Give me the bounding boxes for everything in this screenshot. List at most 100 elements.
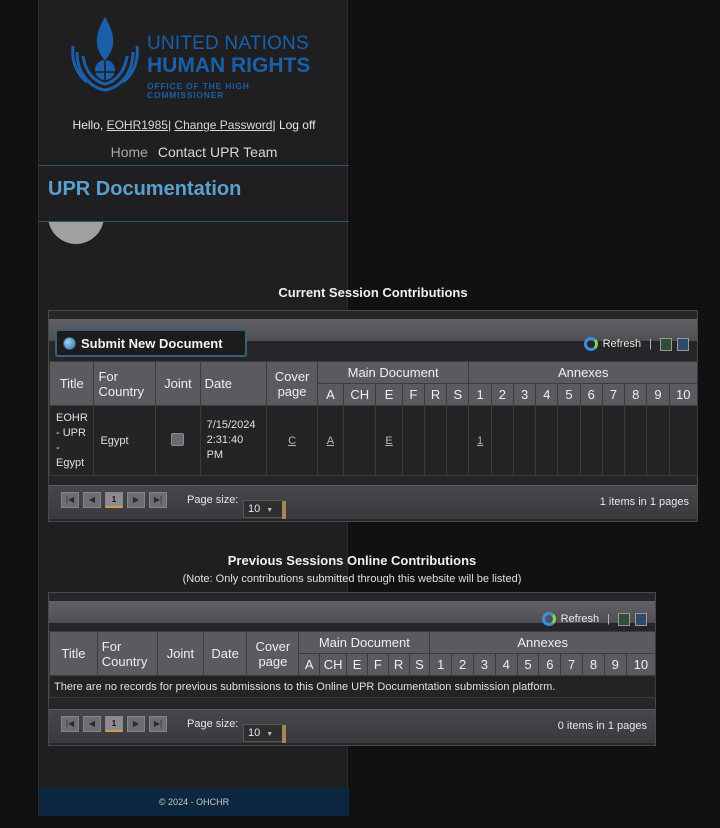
username-link[interactable]: EOHR1985 <box>107 118 168 132</box>
refresh-button[interactable]: Refresh <box>561 613 600 625</box>
col-annex-1: 1 <box>429 653 453 676</box>
brand-line-1: UNITED NATIONS <box>147 33 309 54</box>
first-page-icon[interactable]: |◀ <box>61 716 79 732</box>
refresh-icon[interactable] <box>583 337 598 351</box>
cell-annex-9 <box>646 405 670 476</box>
cell-lang-f <box>401 405 425 476</box>
col-main-document: Main Document <box>316 361 470 384</box>
cell-date: 7/15/2024 2:31:40 PM <box>199 405 268 476</box>
export-word-icon[interactable] <box>677 337 689 351</box>
col-for-country: For Country <box>96 631 159 676</box>
col-annexes: Annexes <box>468 361 698 384</box>
next-page-icon[interactable]: ▶ <box>127 492 145 508</box>
un-emblem-icon <box>71 16 139 92</box>
empty-message: There are no records for previous submis… <box>49 675 656 698</box>
page-size-select[interactable]: 10 ▼ <box>243 724 286 743</box>
cell-annex-3 <box>512 405 537 476</box>
refresh-icon[interactable] <box>541 612 556 626</box>
col-annex-5: 5 <box>557 383 581 406</box>
ohchr-wordmark: UNITED NATIONS HUMAN RIGHTS OFFICE OF TH… <box>147 34 327 99</box>
col-annex-8: 8 <box>582 653 605 676</box>
previous-contributions-grid: Refresh | Title For Country Joint Date Co… <box>48 592 657 746</box>
cell-lang-r <box>423 405 448 476</box>
col-joint: Joint <box>157 631 204 676</box>
page-number-button[interactable]: 1 <box>105 716 123 732</box>
cell-cover: C <box>266 405 318 476</box>
refresh-button[interactable]: Refresh <box>603 338 642 350</box>
cell-annex-10 <box>668 405 699 476</box>
annex-1-link[interactable]: 1 <box>477 435 483 447</box>
pager-info: 1 items in 1 pages <box>599 496 689 508</box>
col-annex-2: 2 <box>451 653 474 676</box>
last-page-icon[interactable]: ▶| <box>149 492 167 508</box>
separator: | <box>167 118 172 132</box>
col-annex-4: 4 <box>494 653 518 676</box>
change-password-link[interactable]: Change Password <box>174 118 272 132</box>
decorative-circle <box>48 222 104 244</box>
grid-toolbar: Refresh | <box>541 612 647 626</box>
page-size-label: Page size: <box>187 718 239 730</box>
col-lang-ch: CH <box>319 653 348 676</box>
col-lang-a: A <box>298 653 321 676</box>
col-lang-f: F <box>401 383 425 406</box>
col-lang-ch: CH <box>343 383 377 406</box>
page-size-select[interactable]: 10 ▼ <box>243 500 286 519</box>
next-page-icon[interactable]: ▶ <box>127 716 145 732</box>
col-date: Date <box>199 361 268 406</box>
footer: © 2024 - OHCHR <box>39 788 349 816</box>
separator: | <box>649 338 652 350</box>
brand-line-2: HUMAN RIGHTS <box>147 54 311 77</box>
cover-page-link[interactable]: C <box>288 435 296 447</box>
col-lang-r: R <box>423 383 448 406</box>
greeting-text: Hello, <box>72 118 104 132</box>
prev-page-icon[interactable]: ◀ <box>83 492 101 508</box>
user-bar: Hello, EOHR1985| Change Password| Log of… <box>39 118 349 132</box>
export-word-icon[interactable] <box>635 612 647 626</box>
main-doc-a-link[interactable]: A <box>327 435 334 447</box>
main-doc-e-link[interactable]: E <box>385 435 392 447</box>
col-lang-f: F <box>366 653 389 676</box>
table-row: EOHR - UPR - Egypt Egypt 7/15/2024 2:31:40 PM… <box>48 405 699 476</box>
previous-table: Title For Country Joint Date Cover page Ma… <box>49 631 657 698</box>
col-annex-8: 8 <box>624 383 648 406</box>
ohchr-logo[interactable]: UNITED NATIONS HUMAN RIGHTS OFFICE OF TH… <box>67 12 327 99</box>
col-lang-e: E <box>375 383 403 406</box>
export-excel-icon[interactable] <box>618 612 630 626</box>
cell-annex-6 <box>579 405 603 476</box>
joint-checkbox[interactable] <box>171 432 185 446</box>
previous-section-note: (Note: Only contributions submitted thro… <box>182 573 522 585</box>
logoff-link[interactable]: Log off <box>279 118 315 132</box>
page-title: UPR Documentation <box>48 178 242 200</box>
nav-contact-link[interactable]: Contact UPR Team <box>158 144 278 160</box>
col-annex-4: 4 <box>535 383 559 406</box>
export-excel-icon[interactable] <box>660 337 672 351</box>
page-size-value: 10 <box>248 503 261 515</box>
globe-icon <box>63 336 76 350</box>
cell-annex-7 <box>601 405 626 476</box>
cell-country: Egypt <box>93 405 157 476</box>
nav-home-link[interactable]: Home <box>111 144 148 160</box>
col-main-document: Main Document <box>298 631 431 654</box>
first-page-icon[interactable]: |◀ <box>61 492 79 508</box>
submit-new-document-label: Submit New Document <box>81 335 223 351</box>
last-page-icon[interactable]: ▶| <box>149 716 167 732</box>
col-lang-a: A <box>316 383 345 406</box>
col-title: Title <box>49 631 98 676</box>
cell-annex-2 <box>490 405 514 476</box>
col-lang-s: S <box>408 653 431 676</box>
submit-new-document-button[interactable]: Submit New Document <box>55 329 247 357</box>
col-lang-e: E <box>346 653 368 676</box>
page-size-label: Page size: <box>187 494 239 506</box>
cell-annex-1: 1 <box>468 405 492 476</box>
grid-toolbar: Refresh | <box>583 337 689 351</box>
empty-row: There are no records for previous submis… <box>49 675 656 698</box>
page-size-value: 10 <box>248 727 261 739</box>
prev-page-icon[interactable]: ◀ <box>83 716 101 732</box>
pager-info: 0 items in 1 pages <box>557 720 647 732</box>
col-lang-r: R <box>387 653 410 676</box>
page-number-button[interactable]: 1 <box>105 492 123 508</box>
cell-lang-a: A <box>316 405 345 476</box>
col-annex-10: 10 <box>625 653 657 676</box>
col-annex-7: 7 <box>560 653 584 676</box>
col-joint: Joint <box>155 361 201 406</box>
